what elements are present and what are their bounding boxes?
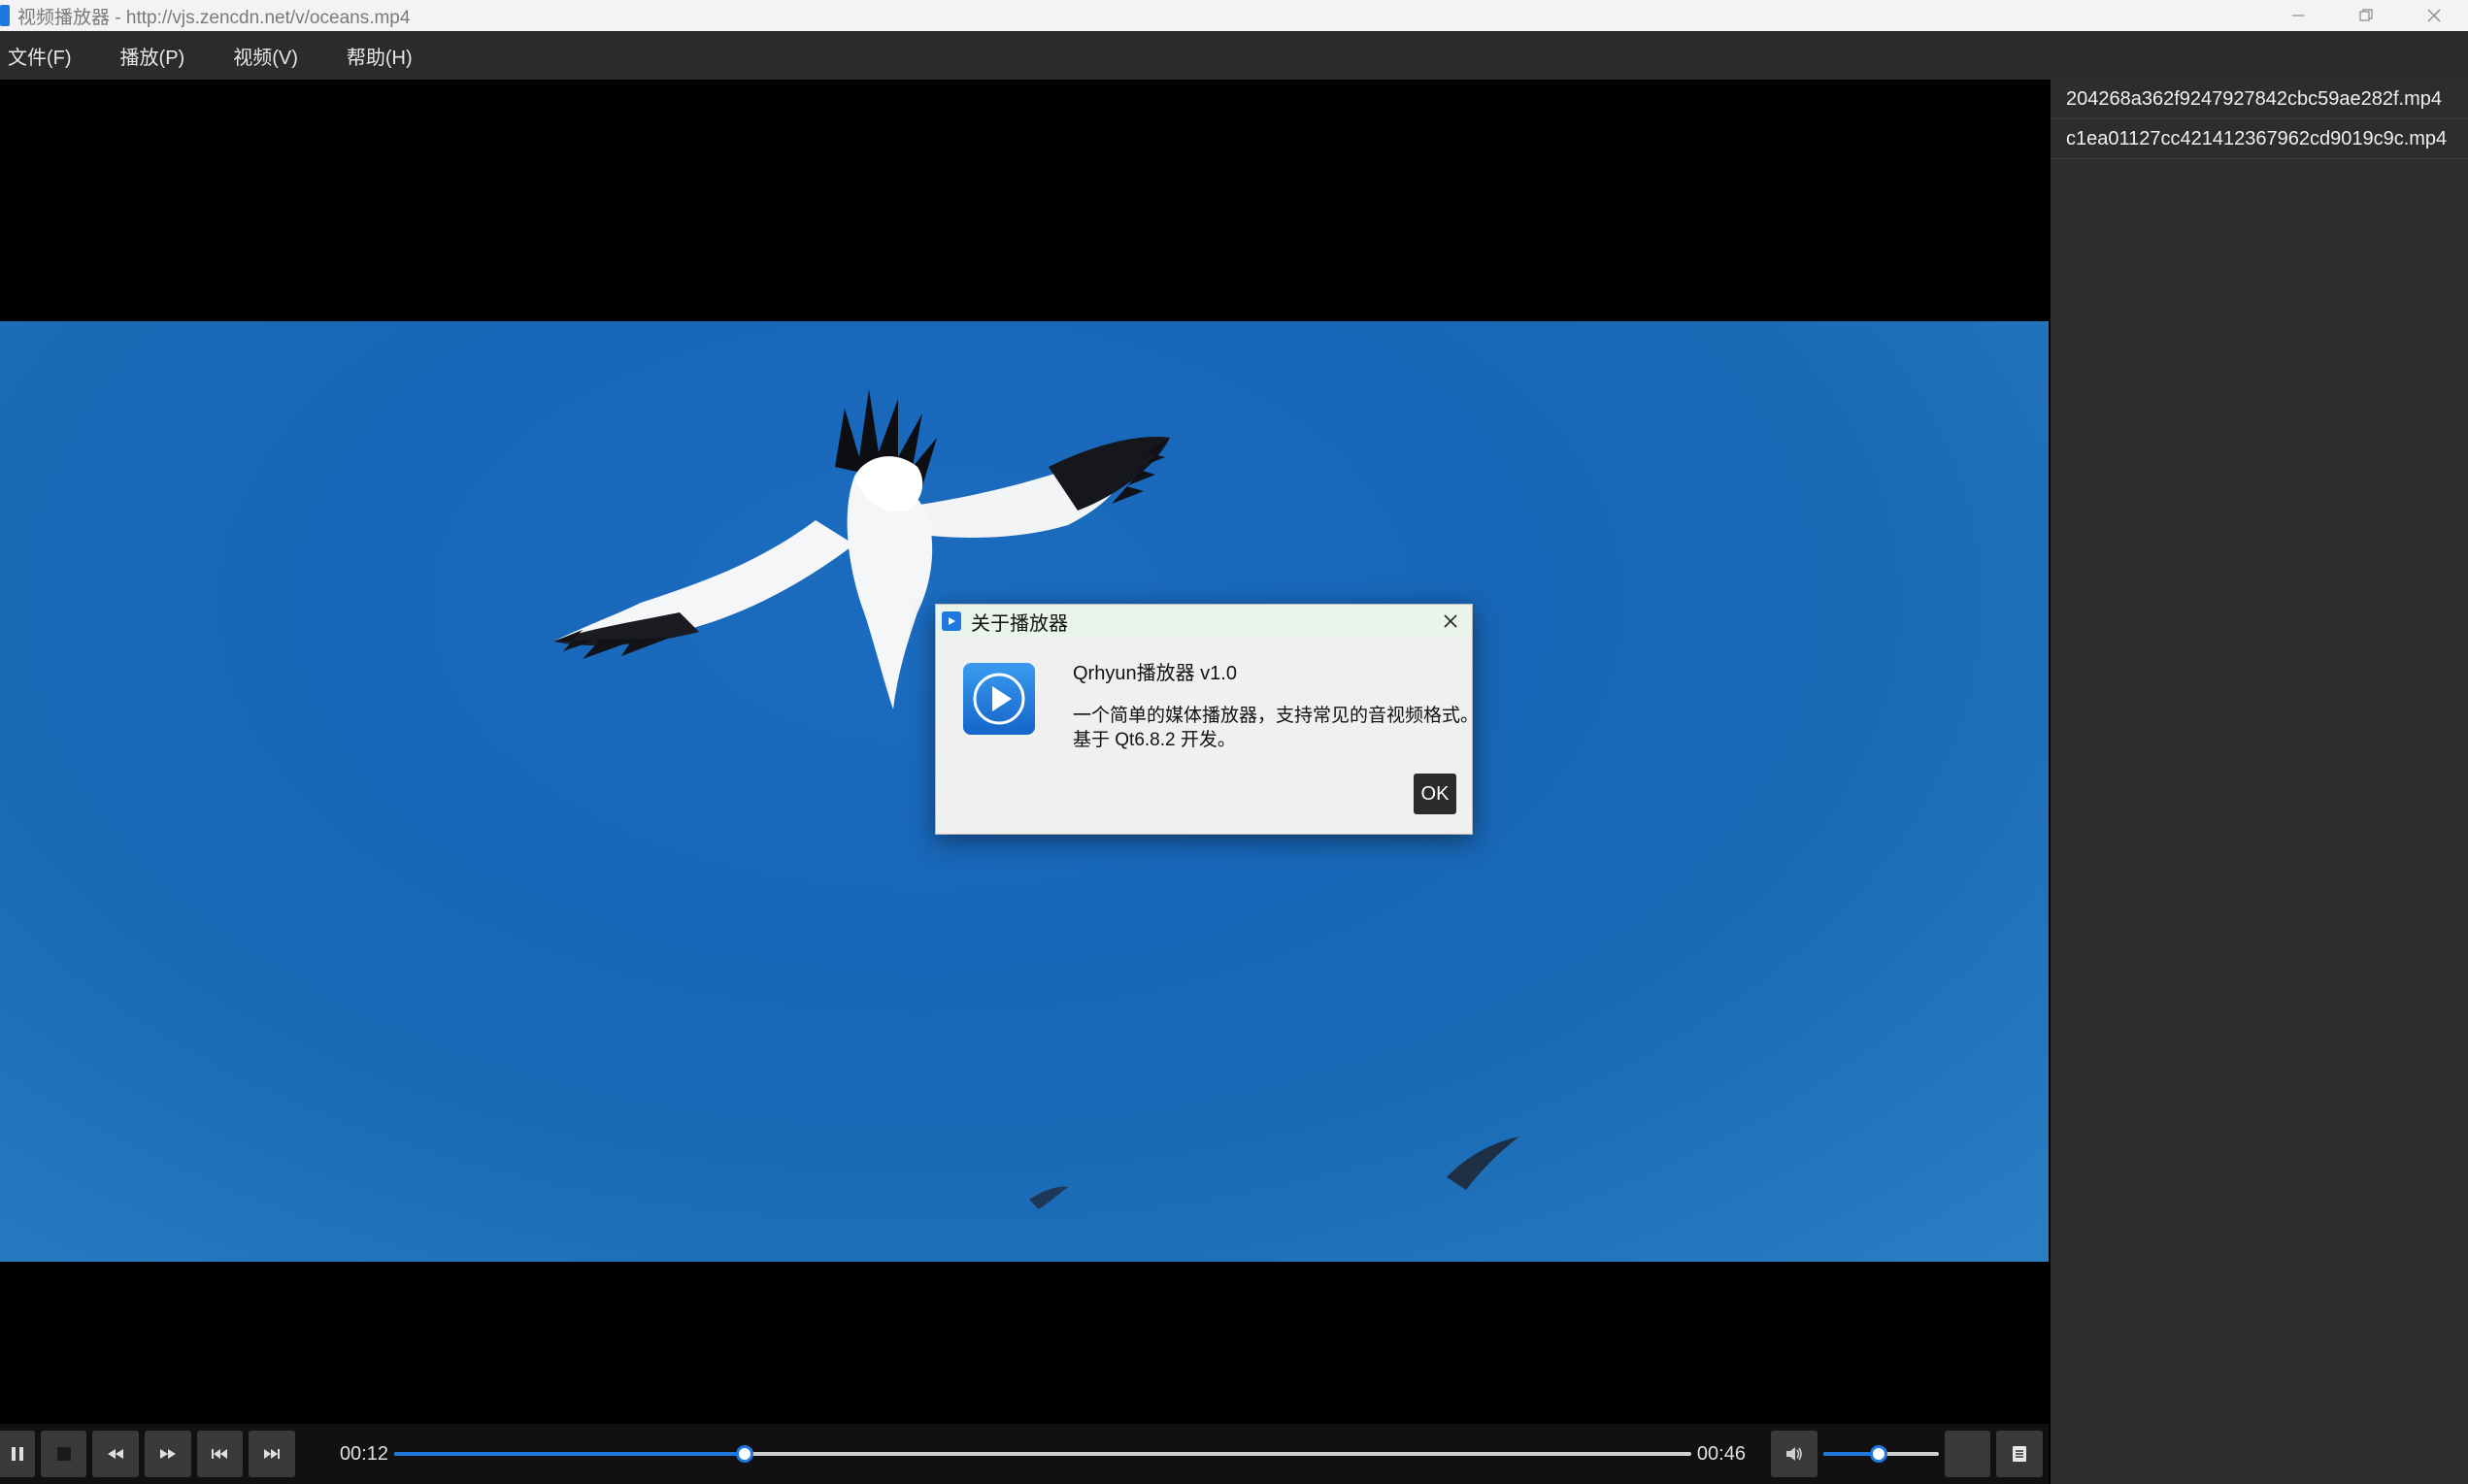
- menu-help[interactable]: 帮助(H): [341, 42, 436, 70]
- play-logo-icon: [963, 663, 1035, 735]
- close-icon: [2427, 9, 2441, 22]
- mute-button[interactable]: [1770, 1431, 1818, 1477]
- restore-button[interactable]: [2332, 0, 2400, 31]
- seek-slider[interactable]: [394, 1444, 1691, 1464]
- dialog-title: 关于播放器: [971, 612, 1068, 635]
- playlist-toggle-button[interactable]: [1996, 1431, 2043, 1477]
- dialog-title-bar: 关于播放器: [936, 605, 1472, 638]
- close-window-button[interactable]: [2400, 0, 2468, 31]
- fast-forward-button[interactable]: [145, 1431, 191, 1477]
- minimize-button[interactable]: [2264, 0, 2332, 31]
- window-title: 视频播放器 - http://vjs.zencdn.net/v/oceans.m…: [17, 7, 411, 28]
- close-icon: [1444, 614, 1457, 628]
- volume-handle[interactable]: [1869, 1445, 1887, 1463]
- menu-file[interactable]: 文件(F): [2, 42, 95, 70]
- ok-button[interactable]: OK: [1414, 774, 1456, 814]
- total-time: 00:46: [1696, 1442, 1746, 1465]
- menu-video[interactable]: 视频(V): [227, 42, 321, 70]
- rewind-button[interactable]: [92, 1431, 140, 1477]
- dialog-app-name: Qrhyun播放器 v1.0: [1073, 663, 1237, 684]
- fullscreen-button[interactable]: [1944, 1431, 1991, 1477]
- dialog-app-icon: [942, 611, 961, 631]
- dialog-description-line: 一个简单的媒体播放器，支持常见的音视频格式。: [1073, 706, 1480, 726]
- next-icon: [264, 1449, 281, 1459]
- next-button[interactable]: [249, 1431, 295, 1477]
- stop-button[interactable]: [40, 1431, 87, 1477]
- playlist-item[interactable]: c1ea01127cc421412367962cd9019c9c.mp4: [2051, 119, 2468, 159]
- fast-forward-icon: [159, 1449, 176, 1459]
- volume-icon: [1785, 1447, 1802, 1461]
- seek-fill: [394, 1452, 745, 1456]
- playlist-panel: 204268a362f9247927842cbc59ae282f.mp4 c1e…: [2051, 80, 2468, 1484]
- seek-handle[interactable]: [735, 1445, 753, 1463]
- about-dialog: 关于播放器 Qrhyun播放器 v1.0 一个简单的媒体播放器，支持常见的音视频…: [935, 604, 1479, 836]
- stop-icon: [56, 1447, 71, 1461]
- dialog-body: Qrhyun播放器 v1.0 一个简单的媒体播放器，支持常见的音视频格式。 基于…: [936, 638, 1479, 836]
- dialog-description: 一个简单的媒体播放器，支持常见的音视频格式。 基于 Qt6.8.2 开发。: [1073, 704, 1479, 752]
- volume-slider[interactable]: [1822, 1444, 1939, 1464]
- rewind-icon: [108, 1449, 124, 1459]
- playback-controls: 00:12 00:46: [0, 1424, 2049, 1484]
- window-controls: [2264, 0, 2468, 31]
- menu-play[interactable]: 播放(P): [115, 42, 209, 70]
- pause-icon: [11, 1447, 23, 1461]
- dialog-close-button[interactable]: [1439, 610, 1462, 633]
- playlist-item[interactable]: 204268a362f9247927842cbc59ae282f.mp4: [2051, 80, 2468, 119]
- playlist-toggle-icon: [2013, 1446, 2027, 1462]
- app-icon: [0, 5, 10, 26]
- previous-icon: [212, 1449, 228, 1459]
- restore-icon: [2359, 9, 2373, 21]
- pause-button[interactable]: [0, 1431, 35, 1477]
- minimize-icon: [2292, 15, 2304, 16]
- menu-bar: 文件(F) 播放(P) 视频(V) 帮助(H): [0, 31, 2468, 80]
- previous-button[interactable]: [196, 1431, 244, 1477]
- dialog-description-line: 基于 Qt6.8.2 开发。: [1073, 730, 1236, 750]
- title-bar: 视频播放器 - http://vjs.zencdn.net/v/oceans.m…: [0, 0, 2468, 31]
- current-time: 00:12: [339, 1442, 388, 1465]
